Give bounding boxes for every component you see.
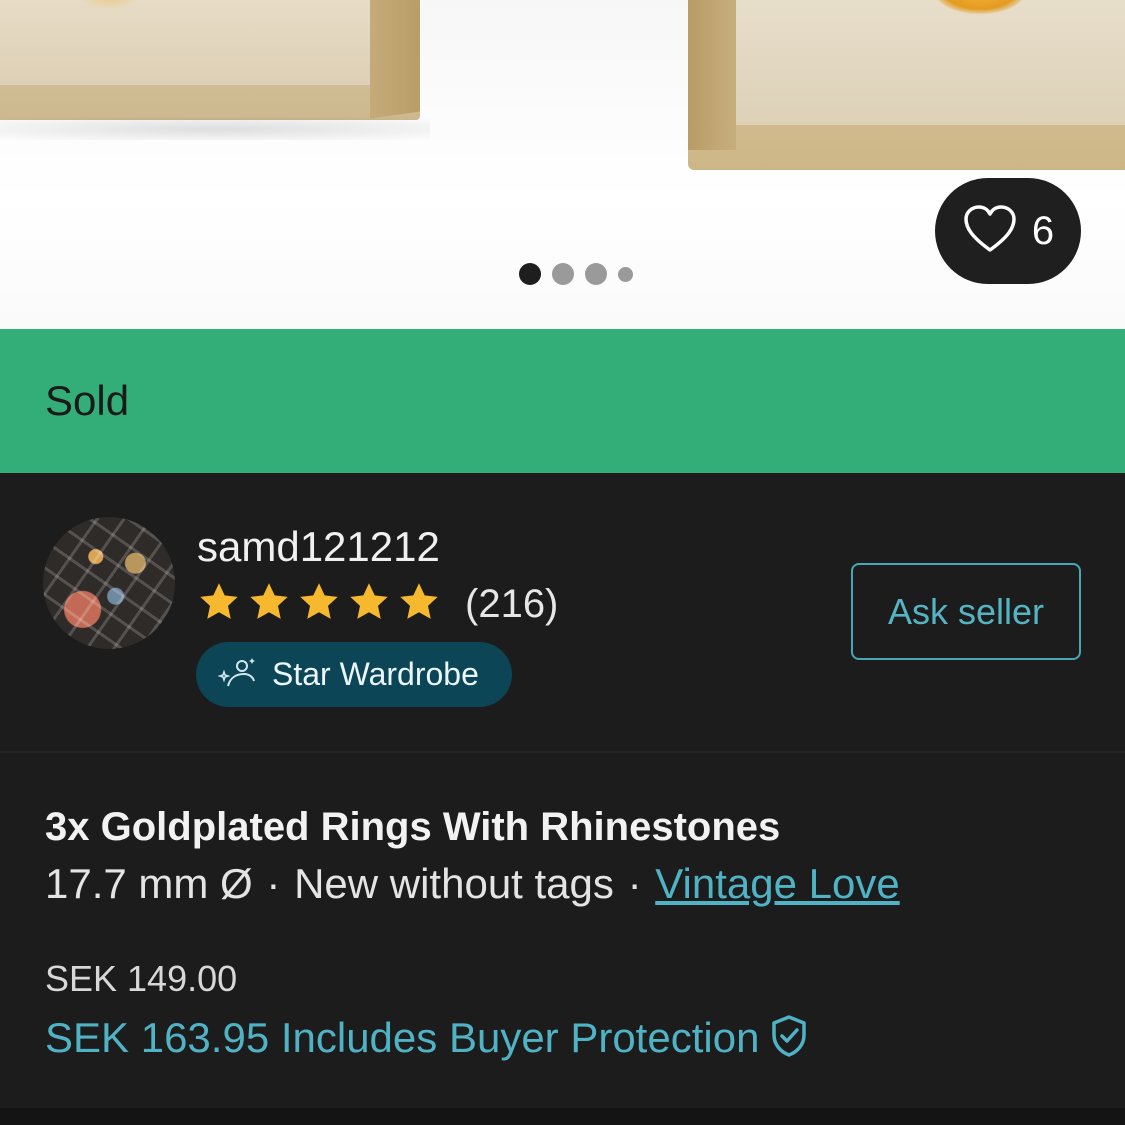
seller-rating[interactable]: (216) xyxy=(197,577,558,631)
sold-label: Sold xyxy=(45,377,130,424)
photo-box-right-inner xyxy=(735,0,1125,125)
photo-box-right-flap xyxy=(688,0,736,150)
item-size: 17.7 mm Ø xyxy=(45,860,253,907)
star-wardrobe-badge[interactable]: Star Wardrobe xyxy=(196,642,512,707)
seller-avatar[interactable] xyxy=(43,517,175,649)
star-icon xyxy=(297,580,341,629)
sold-banner: Sold xyxy=(0,329,1125,473)
carousel-dot[interactable] xyxy=(618,266,633,282)
shield-check-icon[interactable] xyxy=(769,1014,809,1063)
carousel-dots xyxy=(519,263,633,285)
buyer-protection-price[interactable]: SEK 163.95 Includes Buyer Protection xyxy=(45,1012,809,1064)
sparkle-person-icon xyxy=(216,654,260,695)
carousel-dot[interactable] xyxy=(519,263,541,285)
photo-box-left-inner xyxy=(0,0,370,85)
heart-icon xyxy=(962,204,1018,259)
item-title: 3x Goldplated Rings With Rhinestones xyxy=(45,805,781,849)
star-icon xyxy=(197,580,241,629)
photo-box-shadow xyxy=(0,118,430,140)
review-count: (216) xyxy=(465,581,559,626)
star-icon xyxy=(347,580,391,629)
star-icon xyxy=(397,580,441,629)
product-photo[interactable]: 6 xyxy=(0,0,1125,329)
meta-separator: · xyxy=(266,860,281,907)
star-icon xyxy=(247,580,291,629)
seller-section[interactable]: samd121212 (216) Star Wardrobe Ask selle… xyxy=(0,473,1125,753)
star-wardrobe-label: Star Wardrobe xyxy=(272,656,479,692)
seller-username[interactable]: samd121212 xyxy=(197,523,440,571)
ask-seller-button[interactable]: Ask seller xyxy=(851,563,1081,660)
item-price: SEK 149.00 xyxy=(45,958,238,999)
item-details: 17.7 mm Ø · New without tags · Vintage L… xyxy=(45,860,900,908)
meta-separator: · xyxy=(627,860,642,907)
bottom-bar xyxy=(0,1108,1125,1125)
carousel-dot[interactable] xyxy=(552,263,574,285)
favorite-button[interactable]: 6 xyxy=(935,178,1081,284)
item-condition: New without tags xyxy=(294,860,614,907)
listing-page: 6 Sold samd121212 (216) Star Wardrobe As… xyxy=(0,0,1125,1125)
photo-box-left-flap xyxy=(370,0,420,119)
price-with-protection: SEK 163.95 Includes Buyer Protection xyxy=(45,1014,760,1061)
favorite-count: 6 xyxy=(1031,208,1055,253)
brand-link[interactable]: Vintage Love xyxy=(655,860,899,907)
carousel-dot[interactable] xyxy=(585,263,607,285)
